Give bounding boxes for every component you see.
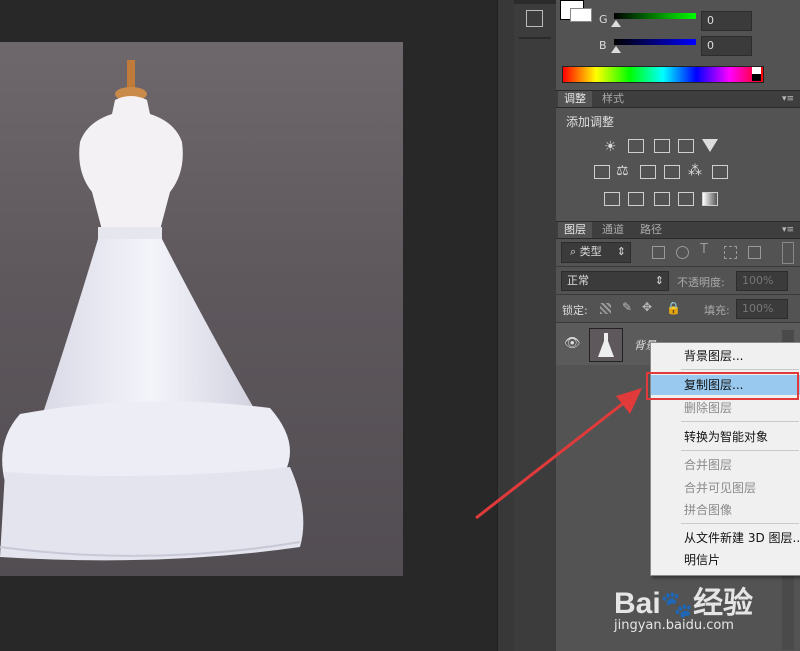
green-value-field[interactable]: 0 [701,11,752,31]
watermark-brand-suffix: 经验 [693,587,754,620]
filter-toggle-icon[interactable] [782,242,794,264]
green-channel-label: G [599,13,608,26]
lock-all-icon[interactable]: 🔒 [666,301,681,315]
menu-separator [681,450,799,451]
menu-item-postcard[interactable]: 明信片 [651,550,800,570]
add-adjustment-title: 添加调整 [566,115,615,129]
fill-label: 填充: [704,304,730,317]
invert-icon[interactable] [604,192,620,206]
annotation-arrow-icon [475,388,642,520]
lock-pixels-brush-icon[interactable]: ✎ [622,300,632,314]
adjustments-tab-bar: 调整 样式 ▾≡ [556,90,800,108]
channel-mixer-icon[interactable]: ⁂ [688,163,702,179]
green-slider-handle[interactable] [611,20,621,27]
spectrum-black-swatch[interactable] [752,74,761,81]
icon-strip-top-edge [514,0,556,4]
blend-mode-select[interactable]: 正常 ⇕ [561,271,669,291]
menu-item-flatten-image[interactable]: 拼合图像 [651,500,800,520]
visibility-eye-icon[interactable]: 👁 [564,336,581,351]
document-image-petticoat[interactable] [0,42,403,576]
menu-item-merge-visible[interactable]: 合并可见图层 [651,478,800,498]
brightness-contrast-icon[interactable]: ☀ [604,139,617,155]
watermark-brand: Bai [614,587,661,620]
background-color-swatch[interactable] [570,8,592,22]
menu-separator [681,421,799,422]
chevron-updown-icon: ⇕ [616,245,626,258]
baidu-jingyan-watermark: Bai🐾经验 jingyan.baidu.com [612,578,792,648]
canvas-area[interactable] [0,0,497,651]
tab-adjustments[interactable]: 调整 [558,91,592,107]
layers-panel-menu-icon[interactable]: ▾≡ [782,225,794,235]
menu-item-merge-layers[interactable]: 合并图层 [651,455,800,475]
tab-layers[interactable]: 图层 [558,222,592,238]
filter-adjustment-icon[interactable] [676,246,689,259]
mannequin-petticoat-image [0,60,304,561]
gradient-map-triangle-icon[interactable] [702,139,718,152]
levels-icon[interactable] [628,139,644,153]
menu-item-delete-layer[interactable]: 删除图层 [651,398,800,418]
color-spectrum-bar[interactable] [562,66,764,83]
blue-slider-track[interactable] [614,39,696,45]
fill-field[interactable]: 100% [736,299,788,319]
filter-type-icon[interactable]: T [700,242,708,257]
threshold-icon[interactable] [654,192,670,206]
color-lookup-icon[interactable] [712,165,728,179]
gradient-map-icon[interactable] [702,192,718,206]
filter-pixel-icon[interactable] [652,246,665,259]
menu-separator [681,523,799,524]
icon-strip-divider [519,37,551,39]
menu-separator [681,369,799,370]
search-icon: ⌕ [570,245,580,258]
layer-filter-select[interactable]: ⌕ 类型 ⇕ [561,242,631,263]
blue-slider-handle[interactable] [611,46,621,53]
watermark-url: jingyan.baidu.com [614,618,734,633]
divider [556,294,800,295]
paw-icon: 🐾 [660,589,694,619]
layers-tab-bar: 图层 通道 路径 ▾≡ [556,221,800,239]
curves-icon[interactable] [654,139,670,153]
vibrance-icon[interactable] [594,165,610,179]
blue-value-field[interactable]: 0 [701,36,752,56]
lock-label: 锁定: [562,304,588,317]
chevron-updown-icon: ⇕ [654,274,664,287]
exposure-icon[interactable] [678,139,694,153]
tab-paths[interactable]: 路径 [634,222,668,238]
tab-styles[interactable]: 样式 [596,91,630,107]
layer-thumbnail [589,328,623,362]
annotation-highlight-box [646,372,799,400]
photo-filter-icon[interactable] [664,165,680,179]
black-white-icon[interactable] [640,165,656,179]
lock-transparent-icon[interactable] [600,303,611,314]
layer-thumbnail-image [598,333,614,357]
menu-item-new-3d-layer-from-file[interactable]: 从文件新建 3D 图层... [651,528,800,548]
opacity-label: 不透明度: [677,276,725,289]
info-panel-icon[interactable] [526,10,543,27]
menu-item-convert-smart-object[interactable]: 转换为智能对象 [651,427,800,447]
blue-channel-label: B [599,39,607,52]
tab-channels[interactable]: 通道 [596,222,630,238]
opacity-field[interactable]: 100% [736,271,788,291]
green-slider-track[interactable] [614,13,696,19]
panel-menu-icon[interactable]: ▾≡ [782,94,794,104]
selective-color-icon[interactable] [678,192,694,206]
color-balance-icon[interactable]: ⚖ [616,163,629,179]
spectrum-white-swatch[interactable] [752,67,761,74]
menu-item-background-layer[interactable]: 背景图层... [651,346,800,366]
collapsed-panel-icons [514,0,557,651]
divider [556,266,800,267]
posterize-icon[interactable] [628,192,644,206]
filter-shape-icon[interactable] [724,246,737,259]
lock-position-move-icon[interactable]: ✥ [642,300,652,314]
filter-smart-object-icon[interactable] [748,246,761,259]
